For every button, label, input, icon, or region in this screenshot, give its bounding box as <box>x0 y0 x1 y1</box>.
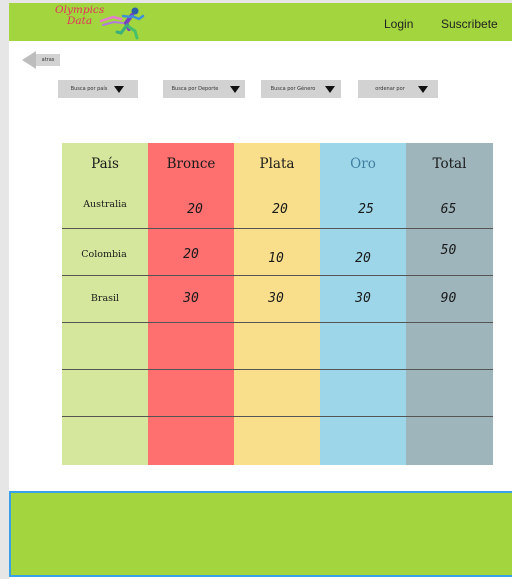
footer-bar <box>9 491 512 577</box>
filter-gender-dropdown[interactable]: Busca por Género <box>261 80 341 98</box>
sort-by-dropdown[interactable]: ordenar por <box>358 80 438 98</box>
row-divider <box>62 275 493 276</box>
row-divider <box>62 322 493 323</box>
filter-gender-label: Busca por Género <box>270 86 316 92</box>
header-bronce: Bronce <box>166 156 216 172</box>
subscribe-link[interactable]: Suscribete <box>441 17 498 31</box>
row-divider <box>62 369 493 370</box>
table-cell-country: Colombia <box>81 249 127 260</box>
logo-text: Olympics Data <box>55 5 104 27</box>
runner-icon <box>99 7 145 40</box>
table-cell-total: 90 <box>440 291 457 306</box>
table-cell-country: Australia <box>83 199 127 210</box>
table-cell-silver: 30 <box>268 291 284 306</box>
table-cell-gold: 20 <box>355 251 371 266</box>
table-cell-silver: 20 <box>272 202 288 217</box>
dropdown-caret-icon <box>114 86 124 93</box>
header-total: Total <box>432 156 467 172</box>
table-cell-gold: 30 <box>355 291 371 306</box>
olympics-data-logo[interactable]: Olympics Data <box>55 5 145 41</box>
table-cell-bronze: 20 <box>187 202 203 217</box>
table-cell-gold: 25 <box>358 202 374 217</box>
table-cell-country: Brasil <box>90 293 120 304</box>
table-cell-total: 50 <box>440 243 457 258</box>
medal-table: País Bronce Plata Oro Total Australia 20… <box>62 143 493 465</box>
table-cell-bronze: 30 <box>183 291 199 306</box>
dropdown-caret-icon <box>230 86 240 93</box>
login-link[interactable]: Login <box>384 17 413 31</box>
table-cell-bronze: 20 <box>183 247 199 262</box>
top-nav-bar: Olympics Data Login Suscribete <box>9 3 512 41</box>
row-divider <box>62 416 493 417</box>
filter-country-label: Busca por país <box>70 86 108 92</box>
back-button-label: atras <box>36 54 60 66</box>
filter-sport-dropdown[interactable]: Busca por Deporte <box>163 80 245 98</box>
sort-by-label: ordenar por <box>375 86 405 92</box>
filter-country-dropdown[interactable]: Busca por país <box>58 80 138 98</box>
header-oro: Oro <box>350 156 376 172</box>
back-arrow-icon <box>22 51 36 69</box>
dropdown-caret-icon <box>418 86 428 93</box>
row-divider <box>62 228 493 229</box>
dropdown-caret-icon <box>325 86 335 93</box>
table-cell-silver: 10 <box>268 251 284 266</box>
filter-sport-label: Busca por Deporte <box>171 86 219 92</box>
logo-line2: Data <box>67 15 93 27</box>
table-cell-total: 65 <box>440 202 457 217</box>
header-pais: País <box>91 156 119 172</box>
back-button[interactable]: atras <box>22 51 60 69</box>
header-plata: Plata <box>259 156 295 172</box>
